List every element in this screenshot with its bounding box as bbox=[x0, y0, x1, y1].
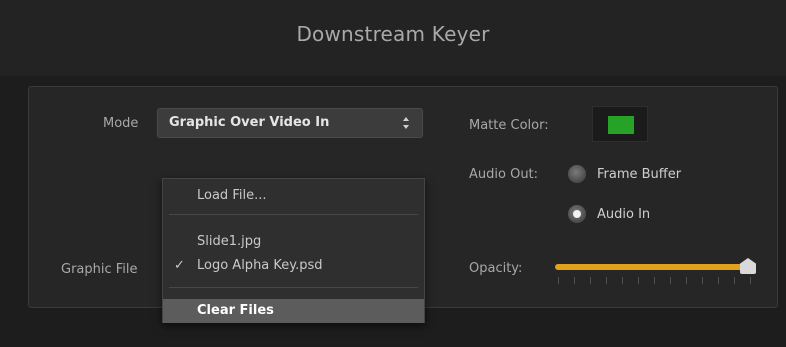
mode-select[interactable]: Graphic Over Video In bbox=[157, 108, 423, 138]
header-bar: Downstream Keyer bbox=[0, 0, 786, 76]
graphic-file-label: Graphic File bbox=[61, 262, 138, 277]
slider-tick bbox=[750, 277, 751, 284]
checkmark-icon: ✓ bbox=[174, 258, 185, 273]
menu-item-slide1[interactable]: Slide1.jpg bbox=[163, 234, 424, 249]
slider-tick bbox=[670, 277, 671, 284]
slider-tick bbox=[574, 277, 575, 284]
graphic-file-menu: Load File... Slide1.jpg ✓ Logo Alpha Key… bbox=[162, 178, 425, 323]
menu-item-clear-files[interactable]: Clear Files bbox=[163, 299, 424, 323]
opacity-slider-ticks bbox=[558, 277, 751, 285]
slider-tick bbox=[638, 277, 639, 284]
mode-select-value: Graphic Over Video In bbox=[169, 115, 330, 130]
audio-out-label: Audio Out: bbox=[469, 167, 539, 182]
menu-divider bbox=[169, 214, 418, 215]
slider-tick bbox=[590, 277, 591, 284]
page-title: Downstream Keyer bbox=[296, 22, 490, 46]
slider-tick bbox=[622, 277, 623, 284]
matte-color-picker[interactable] bbox=[592, 106, 648, 142]
radio-audio-in[interactable] bbox=[568, 205, 586, 223]
menu-divider bbox=[169, 287, 418, 288]
radio-frame-buffer[interactable] bbox=[568, 165, 586, 183]
slider-tick bbox=[654, 277, 655, 284]
slider-tick bbox=[734, 277, 735, 284]
slider-tick bbox=[686, 277, 687, 284]
opacity-slider-track[interactable] bbox=[555, 264, 751, 270]
radio-audio-in-label: Audio In bbox=[597, 207, 651, 222]
slider-tick bbox=[702, 277, 703, 284]
opacity-label: Opacity: bbox=[469, 261, 523, 276]
slider-tick bbox=[606, 277, 607, 284]
slider-tick bbox=[558, 277, 559, 284]
menu-item-logo-alpha-key[interactable]: ✓ Logo Alpha Key.psd bbox=[163, 258, 424, 273]
menu-item-label: Logo Alpha Key.psd bbox=[197, 258, 323, 273]
menu-item-load-file[interactable]: Load File... bbox=[163, 188, 424, 203]
radio-frame-buffer-label: Frame Buffer bbox=[597, 167, 682, 182]
matte-color-label: Matte Color: bbox=[469, 118, 549, 133]
matte-color-swatch bbox=[608, 116, 634, 134]
slider-tick bbox=[718, 277, 719, 284]
mode-label: Mode bbox=[103, 116, 139, 131]
select-arrows-icon bbox=[402, 116, 410, 131]
